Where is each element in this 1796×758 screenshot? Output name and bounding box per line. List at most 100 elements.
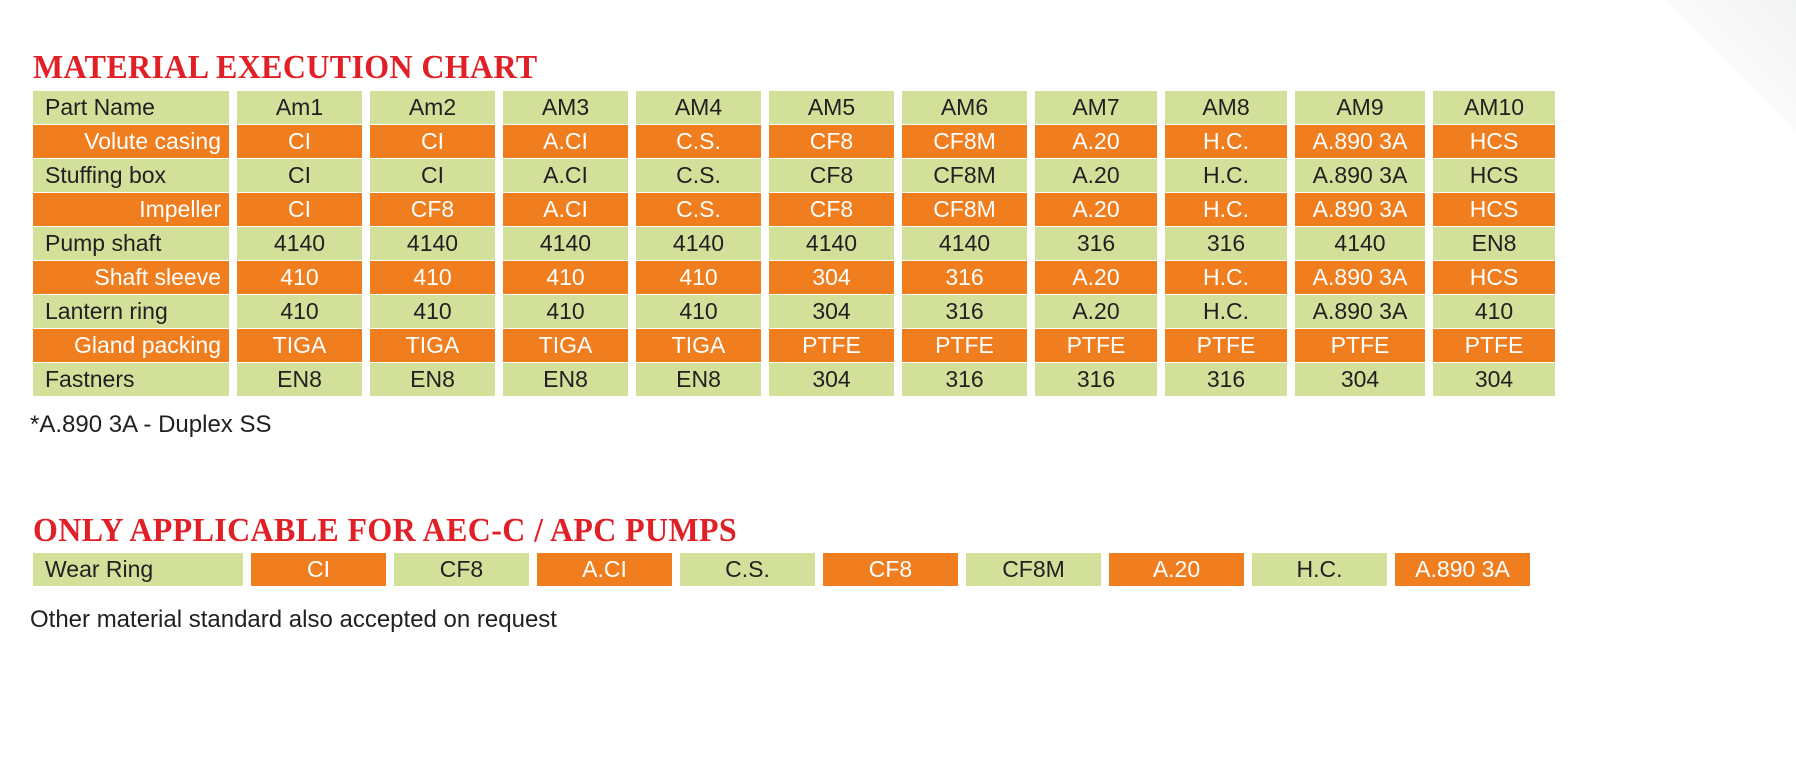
table-cell: 304 [1295, 363, 1425, 396]
wear-ring-row-label: Wear Ring [33, 553, 243, 586]
table-cell: C.S. [636, 159, 761, 192]
table-cell: 316 [902, 261, 1027, 294]
table-cell: PTFE [1295, 329, 1425, 362]
table-cell: TIGA [237, 329, 362, 362]
table-cell: H.C. [1165, 159, 1287, 192]
table-header-am6: AM6 [902, 91, 1027, 124]
note-duplex-ss: *A.890 3A - Duplex SS [30, 411, 272, 438]
table-header-am7: AM7 [1035, 91, 1157, 124]
table-cell: 316 [1035, 363, 1157, 396]
table-header-am3: AM3 [503, 91, 628, 124]
table-cell: CI [237, 193, 362, 226]
wear-ring-cell: CF8 [394, 553, 529, 586]
table-cell: PTFE [1035, 329, 1157, 362]
table-cell: A.CI [503, 159, 628, 192]
table-cell: A.890 3A [1295, 193, 1425, 226]
table-cell: EN8 [503, 363, 628, 396]
table-header-part-name: Part Name [33, 91, 229, 124]
table-cell: A.20 [1035, 261, 1157, 294]
table-row-label: Impeller [33, 193, 229, 226]
table-cell: 410 [370, 261, 495, 294]
table-cell: HCS [1433, 159, 1555, 192]
table-cell: 316 [1035, 227, 1157, 260]
table-cell: 304 [769, 295, 894, 328]
table-cell: TIGA [370, 329, 495, 362]
table-cell: 410 [636, 295, 761, 328]
table-cell: A.20 [1035, 193, 1157, 226]
table-cell: 410 [636, 261, 761, 294]
table-cell: PTFE [902, 329, 1027, 362]
wear-ring-table: Wear Ring CI CF8 A.CI C.S. CF8 CF8M A.20 H.C. A.8… [33, 553, 1530, 586]
table-cell: 316 [1165, 227, 1287, 260]
table-cell: CF8M [902, 159, 1027, 192]
table-cell: 4140 [503, 227, 628, 260]
table-cell: CF8 [370, 193, 495, 226]
table-cell: A.20 [1035, 295, 1157, 328]
wear-ring-cell: A.20 [1109, 553, 1244, 586]
wear-ring-cell: A.CI [537, 553, 672, 586]
section-title-aec-apc-pumps: ONLY APPLICABLE FOR AEC-C / APC PUMPS [33, 512, 738, 550]
document-page: MATERIAL EXECUTION CHART Part Name Am1 Am2… [0, 0, 1796, 758]
table-cell: H.C. [1165, 261, 1287, 294]
table-cell: CF8M [902, 193, 1027, 226]
table-cell: H.C. [1165, 295, 1287, 328]
table-cell: 4140 [1295, 227, 1425, 260]
table-cell: A.890 3A [1295, 261, 1425, 294]
table-header-am9: AM9 [1295, 91, 1425, 124]
table-cell: A.890 3A [1295, 295, 1425, 328]
wear-ring-cell: CI [251, 553, 386, 586]
table-cell: HCS [1433, 261, 1555, 294]
page-fold-decoration [1666, 0, 1796, 130]
table-cell: CF8 [769, 125, 894, 158]
table-cell: CF8 [769, 193, 894, 226]
wear-ring-cell: A.890 3A [1395, 553, 1530, 586]
wear-ring-cell: CF8M [966, 553, 1101, 586]
table-cell: A.CI [503, 193, 628, 226]
table-header-am5: AM5 [769, 91, 894, 124]
table-cell: CI [370, 159, 495, 192]
table-cell: 4140 [237, 227, 362, 260]
table-row-label: Stuffing box [33, 159, 229, 192]
table-cell: 4140 [902, 227, 1027, 260]
material-execution-table: Part Name Am1 Am2 AM3 AM4 AM5 AM6 AM7 AM8 AM9 AM10… [33, 91, 1555, 396]
table-cell: C.S. [636, 193, 761, 226]
table-cell: CI [237, 159, 362, 192]
table-cell: PTFE [1433, 329, 1555, 362]
table-cell: 304 [1433, 363, 1555, 396]
table-row-label: Gland packing [33, 329, 229, 362]
table-header-am4: AM4 [636, 91, 761, 124]
table-cell: A.20 [1035, 125, 1157, 158]
table-cell: PTFE [769, 329, 894, 362]
table-cell: 304 [769, 261, 894, 294]
note-other-material-standard: Other material standard also accepted on… [30, 606, 557, 633]
table-cell: TIGA [503, 329, 628, 362]
table-cell: 410 [237, 261, 362, 294]
table-cell: 410 [237, 295, 362, 328]
table-cell: PTFE [1165, 329, 1287, 362]
table-header-am1: Am1 [237, 91, 362, 124]
table-cell: CF8M [902, 125, 1027, 158]
table-cell: H.C. [1165, 193, 1287, 226]
table-cell: 316 [902, 363, 1027, 396]
wear-ring-cell: H.C. [1252, 553, 1387, 586]
table-cell: TIGA [636, 329, 761, 362]
table-cell: 316 [902, 295, 1027, 328]
table-cell: HCS [1433, 125, 1555, 158]
page-title-material-execution-chart: MATERIAL EXECUTION CHART [33, 48, 538, 86]
table-cell: A.CI [503, 125, 628, 158]
table-cell: A.890 3A [1295, 125, 1425, 158]
table-cell: CI [237, 125, 362, 158]
table-cell: HCS [1433, 193, 1555, 226]
table-cell: 304 [769, 363, 894, 396]
wear-ring-cell: C.S. [680, 553, 815, 586]
table-cell: A.890 3A [1295, 159, 1425, 192]
table-cell: CF8 [769, 159, 894, 192]
table-row-label: Volute casing [33, 125, 229, 158]
table-header-am2: Am2 [370, 91, 495, 124]
table-row-label: Shaft sleeve [33, 261, 229, 294]
table-header-am8: AM8 [1165, 91, 1287, 124]
table-header-am10: AM10 [1433, 91, 1555, 124]
table-row-label: Fastners [33, 363, 229, 396]
table-cell: C.S. [636, 125, 761, 158]
table-cell: 410 [503, 295, 628, 328]
